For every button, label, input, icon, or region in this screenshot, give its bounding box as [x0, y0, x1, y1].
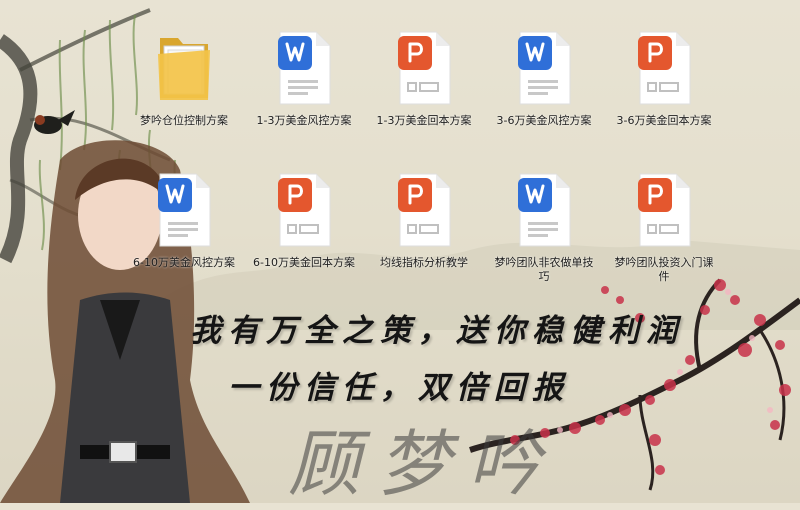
desktop-icon-label: 3-6万美金风控方案 — [496, 114, 592, 127]
desktop-icon[interactable]: 梦吟团队投资入门课件 — [612, 170, 716, 290]
desktop-icon[interactable]: 3-6万美金回本方案 — [612, 28, 716, 148]
desktop-icon[interactable]: 1-3万美金回本方案 — [372, 28, 476, 148]
desktop-icon[interactable]: 梦吟仓位控制方案 — [132, 28, 236, 148]
ppt-presentation-icon — [638, 173, 691, 247]
ppt-presentation-icon — [278, 173, 331, 247]
desktop: 梦吟仓位控制方案 1-3万美金风控方案 1-3万美金回本方案 3-6万美金风控方… — [0, 0, 800, 506]
slogan-line-2: 一份信任，双倍回报 — [228, 370, 570, 406]
desktop-icon-label: 梦吟团队非农做单技巧 — [494, 256, 594, 283]
ppt-presentation-icon — [638, 31, 691, 105]
desktop-icon[interactable]: 3-6万美金风控方案 — [492, 28, 596, 148]
word-document-icon — [158, 173, 211, 247]
desktop-icon-label: 梦吟团队投资入门课件 — [614, 256, 714, 283]
folder-icon — [158, 38, 210, 100]
word-document-icon — [518, 31, 571, 105]
slogan-line-1: 我有万全之策，送你稳健利润 — [190, 313, 684, 349]
desktop-icon[interactable]: 6-10万美金回本方案 — [252, 170, 356, 290]
desktop-icon[interactable]: 梦吟团队非农做单技巧 — [492, 170, 596, 290]
desktop-icon[interactable]: 1-3万美金风控方案 — [252, 28, 356, 148]
word-document-icon — [278, 31, 331, 105]
desktop-icon-label: 均线指标分析教学 — [380, 256, 468, 269]
ppt-presentation-icon — [398, 173, 451, 247]
desktop-icon[interactable]: 6-10万美金风控方案 — [132, 170, 236, 290]
desktop-icon-label: 6-10万美金回本方案 — [253, 256, 355, 269]
desktop-icon-label: 1-3万美金回本方案 — [376, 114, 472, 127]
desktop-icon[interactable]: 均线指标分析教学 — [372, 170, 476, 290]
ppt-presentation-icon — [398, 31, 451, 105]
desktop-icon-label: 6-10万美金风控方案 — [133, 256, 235, 269]
desktop-icon-label: 3-6万美金回本方案 — [616, 114, 712, 127]
signature: 顾梦吟 — [288, 422, 559, 506]
desktop-icon-label: 1-3万美金风控方案 — [256, 114, 352, 127]
desktop-icon-label: 梦吟仓位控制方案 — [140, 114, 228, 127]
word-document-icon — [518, 173, 571, 247]
